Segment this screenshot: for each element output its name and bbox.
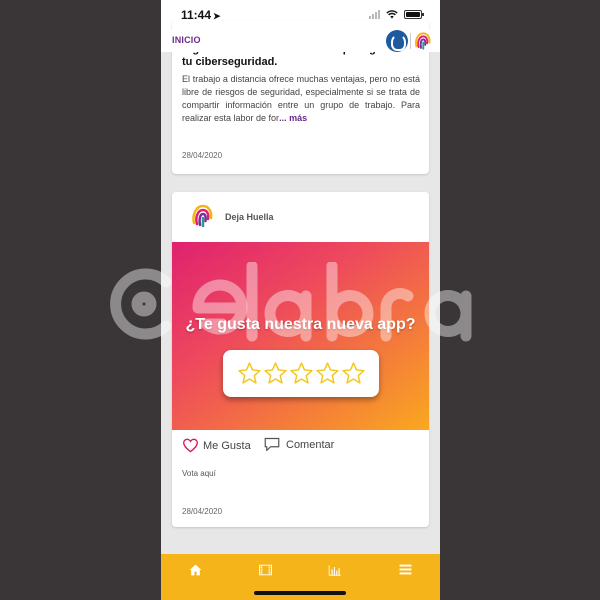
home-indicator [254,591,346,595]
header-divider [410,33,411,49]
star-icon[interactable] [315,361,340,386]
heart-icon [182,438,199,453]
brand-logo-blue [386,30,408,52]
post-date: 28/04/2020 [182,507,223,516]
nav-home[interactable] [161,554,231,600]
nav-menu[interactable] [370,554,440,600]
promo-heading: ¿Te gusta nuestra nueva app? [185,316,416,333]
comment-label: Comentar [286,438,335,451]
like-button[interactable]: Me Gusta [182,438,251,453]
deja-huella-logo [415,32,431,50]
post-text: Vota aquí [182,469,216,478]
film-icon [259,564,273,576]
wifi-icon [386,10,398,19]
star-icon[interactable] [289,361,314,386]
post-date: 28/04/2020 [182,151,223,160]
author-avatar [192,204,213,228]
post-excerpt: El trabajo a distancia ofrece muchas ven… [182,74,420,123]
rating-box[interactable] [223,350,379,397]
menu-icon [399,564,412,575]
star-icon[interactable] [341,361,366,386]
battery-icon [404,10,424,19]
home-icon [189,564,202,576]
status-icons [369,10,424,19]
star-icon[interactable] [237,361,262,386]
post-image[interactable]: ¿Te gusta nuestra nueva app? [172,242,429,430]
phone-screen: 11:44➤ Sigue estas recomendaciones para … [161,0,440,600]
chart-icon [329,565,342,576]
comment-button[interactable]: Comentar [263,437,334,452]
read-more-link[interactable]: ... más [279,113,307,123]
author-name[interactable]: Deja Huella [225,212,274,222]
like-label: Me Gusta [203,439,251,452]
page-title[interactable]: INICIO [172,35,201,45]
app-header: INICIO [161,30,440,52]
star-icon[interactable] [263,361,288,386]
post-card[interactable]: Deja Huella ¿Te gusta nuestra nueva app?… [172,192,429,527]
comment-icon [264,437,280,452]
signal-icon [369,10,380,19]
battery-level [406,12,420,17]
